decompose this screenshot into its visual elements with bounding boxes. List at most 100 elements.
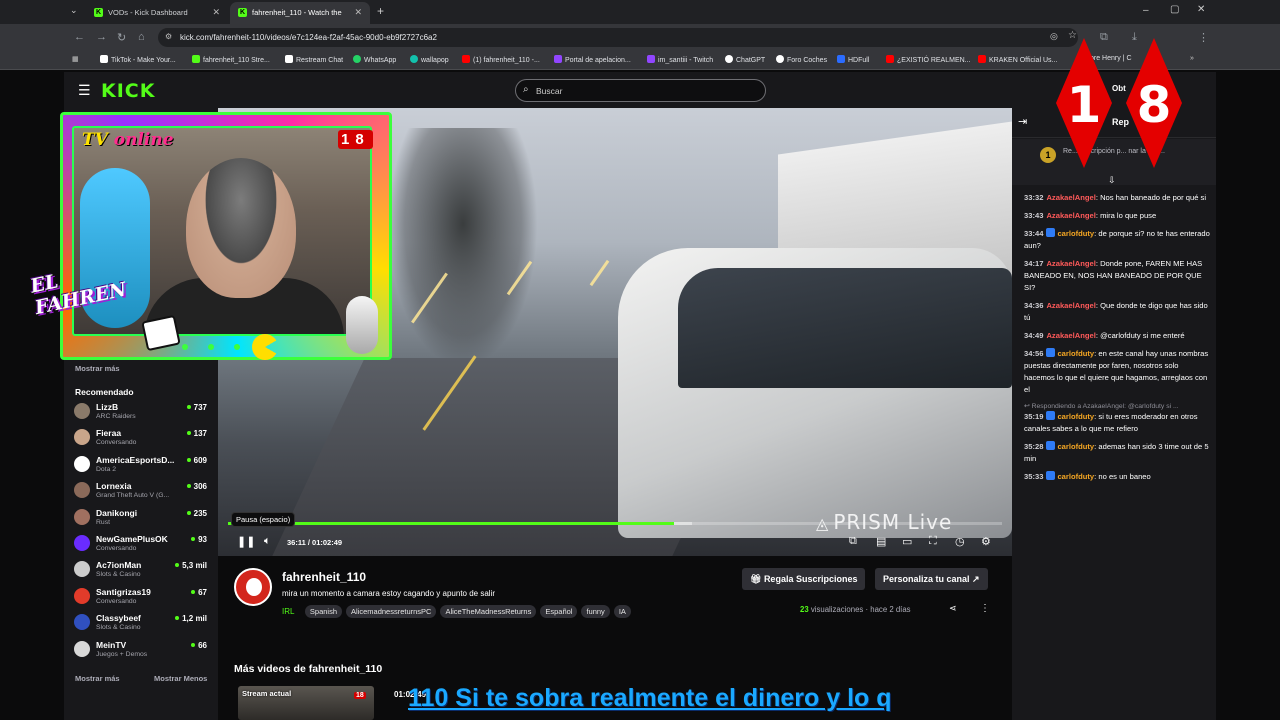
chat-username[interactable]: AzakaelAngel: [1046, 331, 1095, 340]
tab-search-icon[interactable]: ⌄: [70, 5, 78, 16]
light-streak: [589, 259, 610, 287]
sidebar-channel-item[interactable]: Danikongi Rust 235: [74, 506, 209, 532]
bookmark-more-henry[interactable]: ore Henry | C: [1090, 55, 1132, 62]
bookmark-youtube-existio[interactable]: ¿EXISTIÓ REALMEN...: [886, 55, 971, 64]
sidebar-channel-item[interactable]: Lornexia Grand Theft Auto V (G... 306: [74, 479, 209, 505]
bookmark-twitch-santiii[interactable]: im_santiii - Twitch: [647, 55, 713, 64]
fullscreen-icon[interactable]: ⛶: [929, 535, 937, 548]
chat-username[interactable]: carlofduty: [1057, 412, 1094, 421]
reload-icon[interactable]: ↻: [117, 31, 126, 44]
bookmark-tiktok[interactable]: TikTok - Make Your...: [100, 55, 176, 64]
channel-avatar[interactable]: [234, 568, 272, 606]
chat-message[interactable]: 34:36 AzakaelAngel: Que donde te digo que…: [1024, 300, 1210, 324]
extensions-icon[interactable]: ⧉: [1100, 31, 1108, 44]
chat-message[interactable]: 33:43 AzakaelAngel: mira lo que puse: [1024, 210, 1210, 222]
chat-message[interactable]: 34:17 AzakaelAngel: Donde pone, FAREN ME …: [1024, 258, 1210, 294]
collapse-chat-icon[interactable]: ⇥: [1018, 115, 1027, 128]
bookmark-hdfull[interactable]: HDFull: [837, 55, 869, 64]
site-info-icon[interactable]: ⚙: [165, 32, 172, 41]
bookmark-wallapop[interactable]: wallapop: [410, 55, 449, 64]
volume-icon[interactable]: 🔈︎: [264, 535, 271, 548]
back-icon[interactable]: ←: [74, 31, 85, 43]
chat-message[interactable]: 34:56 carlofduty: en este canal hay unas …: [1024, 348, 1210, 396]
show-less-recommended[interactable]: Mostrar Menos: [154, 674, 207, 683]
chat-username[interactable]: carlofduty: [1057, 349, 1094, 358]
tab-fahrenheit-watch[interactable]: K fahrenheit_110 - Watch the ✕: [230, 2, 370, 24]
more-bookmarks-icon[interactable]: »: [1190, 55, 1194, 62]
clip-icon[interactable]: ▤: [876, 535, 886, 548]
apps-icon[interactable]: ▦: [72, 55, 79, 63]
chat-username[interactable]: AzakaelAngel: [1046, 193, 1095, 202]
sidebar-channel-item[interactable]: LizzB ARC Raiders 737: [74, 400, 209, 426]
pip-icon[interactable]: ⧉: [849, 535, 857, 548]
channel-name[interactable]: fahrenheit_110: [282, 570, 366, 584]
bookmark-fahrenheit-stream[interactable]: fahrenheit_110 Stre...: [192, 55, 270, 64]
chat-username[interactable]: AzakaelAngel: [1046, 259, 1095, 268]
show-more-recommended[interactable]: Mostrar más: [75, 674, 120, 683]
more-options-icon[interactable]: ⋮: [980, 603, 990, 614]
bookmark-foro-coches[interactable]: Foro Coches: [776, 55, 827, 64]
maximize-icon[interactable]: ▢: [1170, 4, 1179, 15]
chat-username[interactable]: carlofduty: [1057, 472, 1094, 481]
bookmark-chatgpt[interactable]: ChatGPT: [725, 55, 765, 64]
chat-username[interactable]: AzakaelAngel: [1046, 301, 1095, 310]
kick-logo[interactable]: KICK: [101, 80, 155, 102]
gift-subs-button[interactable]: 🎁︎ Regala Suscripciones: [742, 568, 866, 590]
sidebar-channel-item[interactable]: MeinTV Juegos + Demos 66: [74, 638, 209, 664]
obtain-button[interactable]: Obt: [1112, 84, 1126, 93]
customize-channel-button[interactable]: Personaliza tu canal ↗: [875, 568, 988, 590]
settings-gear-icon[interactable]: ⚙: [981, 535, 991, 548]
url-input[interactable]: ⚙ kick.com/fahrenheit-110/videos/e7c124e…: [158, 28, 1078, 47]
sidebar-channel-item[interactable]: Ac7ionMan Slots & Casino 5,3 mil: [74, 558, 209, 584]
tag-chip[interactable]: Español: [540, 605, 578, 619]
share-icon[interactable]: ⋖: [949, 603, 957, 614]
sidebar-channel-item[interactable]: NewGamePlusOK Conversando 93: [74, 532, 209, 558]
chat-message[interactable]: 35:33 carlofduty: no es un baneo: [1024, 471, 1210, 483]
minimize-icon[interactable]: –: [1143, 5, 1149, 16]
progress-bar[interactable]: [228, 522, 1002, 525]
bookmark-star-icon[interactable]: ☆: [1068, 30, 1077, 41]
chat-message[interactable]: 34:49 AzakaelAngel: @carlofduty si me ent…: [1024, 330, 1210, 342]
sidebar-channel-item[interactable]: AmericaEsportsD... Dota 2 609: [74, 453, 209, 479]
chat-username[interactable]: AzakaelAngel: [1046, 211, 1095, 220]
tag-chip[interactable]: AliceTheMadnessReturns: [440, 605, 537, 619]
bookmark-restream-chat[interactable]: Restream Chat: [285, 55, 343, 64]
close-tab-icon[interactable]: ✕: [354, 7, 362, 18]
close-tab-icon[interactable]: ✕: [212, 7, 220, 18]
search-input[interactable]: ⌕ Buscar: [515, 79, 766, 102]
show-more-following[interactable]: Mostrar más: [75, 364, 120, 373]
sidebar-channel-item[interactable]: Santigrizas19 Conversando 67: [74, 585, 209, 611]
chat-message[interactable]: 33:44 carlofduty: de porque si? no te has…: [1024, 228, 1210, 252]
close-window-icon[interactable]: ✕: [1197, 4, 1205, 15]
current-stream-thumbnail[interactable]: Stream actual 18: [238, 686, 374, 720]
new-tab-icon[interactable]: +: [377, 4, 384, 18]
bookmark-whatsapp[interactable]: WhatsApp: [353, 55, 396, 64]
browser-menu-icon[interactable]: ⋮: [1198, 31, 1209, 44]
bookmark-youtube-fahrenheit[interactable]: (1) fahrenheit_110 -...: [462, 55, 540, 64]
category-link[interactable]: IRL: [282, 607, 294, 616]
home-icon[interactable]: ⌂: [138, 31, 145, 43]
chat-message[interactable]: 35:28 carlofduty: ademas han sido 3 time …: [1024, 441, 1210, 465]
chat-message[interactable]: 35:19 carlofduty: si tu eres moderador en…: [1024, 411, 1210, 435]
expand-pinned-icon[interactable]: ⇩: [1108, 175, 1116, 186]
chat-username[interactable]: carlofduty: [1057, 229, 1094, 238]
forward-icon[interactable]: →: [96, 31, 107, 43]
chat-username[interactable]: carlofduty: [1057, 442, 1094, 451]
download-icon[interactable]: ⤓: [1132, 31, 1137, 44]
tag-chip[interactable]: Spanish: [304, 605, 343, 619]
speed-icon[interactable]: ◷: [955, 535, 965, 548]
theater-icon[interactable]: ▭: [902, 535, 912, 548]
tag-chip[interactable]: funny: [581, 605, 610, 619]
hamburger-menu-icon[interactable]: ☰: [78, 82, 91, 99]
tag-chip[interactable]: IA: [613, 605, 631, 619]
pinned-message[interactable]: 1 Re... suscripción p... nar la pos... ⇩: [1012, 139, 1216, 185]
tag-chip[interactable]: AlicemadnessreturnsPC: [346, 605, 437, 619]
bookmark-twitch-appeal[interactable]: Portal de apelacion...: [554, 55, 631, 64]
chat-message[interactable]: 33:32 AzakaelAngel: Nos han baneado de po…: [1024, 192, 1210, 204]
sidebar-channel-item[interactable]: Classybeef Slots & Casino 1,2 mil: [74, 611, 209, 637]
sidebar-channel-item[interactable]: Fieraa Conversando 137: [74, 426, 209, 452]
hide-eye-icon[interactable]: ◎: [1050, 31, 1058, 42]
tab-vods-dashboard[interactable]: K VODs - Kick Dashboard ✕: [86, 2, 228, 24]
bookmark-youtube-kraken[interactable]: KRAKEN Official Us...: [978, 55, 1057, 64]
pause-icon[interactable]: ❚❚: [237, 535, 255, 548]
